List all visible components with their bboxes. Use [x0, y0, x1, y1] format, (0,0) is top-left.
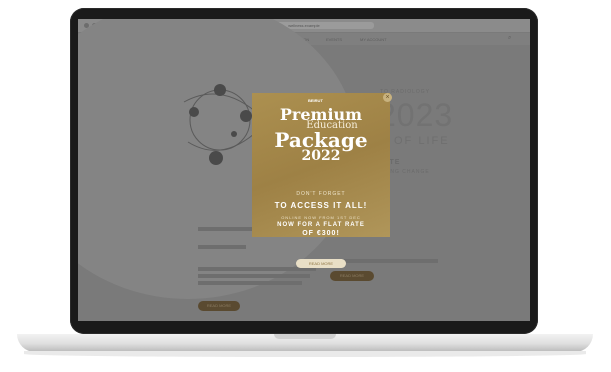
popup-availability: ONLINE NOW FROM 1ST DEC — [281, 215, 361, 220]
popup-title-year: 2022 — [301, 148, 341, 164]
close-icon[interactable]: × — [383, 93, 392, 102]
left-read-more-button[interactable]: READ MORE — [198, 301, 240, 311]
laptop-notch — [274, 334, 336, 339]
popup-headline: TO ACCESS IT ALL! — [274, 201, 368, 210]
text-line — [198, 245, 246, 249]
popup-logo: BEIRUT — [308, 98, 323, 103]
hero-tag: ING CHANGE — [388, 169, 430, 175]
popup-read-more-button[interactable]: READ MORE — [296, 259, 346, 268]
popup-offer: NOW FOR A FLAT RATE — [277, 222, 365, 228]
text-line — [198, 281, 302, 285]
popup-price: OF €300! — [302, 230, 340, 237]
popup-title-package: Package — [274, 128, 368, 152]
search-icon[interactable]: ⌕ — [508, 35, 511, 42]
text-line — [198, 274, 310, 278]
right-read-more-button[interactable]: READ MORE — [330, 271, 374, 281]
laptop-screen: wellness.example BEIRUT HOME JEWELLERY E… — [78, 19, 530, 321]
laptop-shadow — [24, 351, 586, 357]
promo-popup: × BEIRUT Premium Education Package 2022 … — [252, 93, 392, 237]
nav-item-my-account[interactable]: MY ACCOUNT — [360, 37, 387, 42]
hero-subtitle: OF LIFE — [394, 135, 450, 147]
nav-item-events[interactable]: EVENTS — [326, 37, 342, 42]
text-line — [198, 227, 256, 231]
popup-reminder: DON'T FORGET — [296, 191, 346, 197]
